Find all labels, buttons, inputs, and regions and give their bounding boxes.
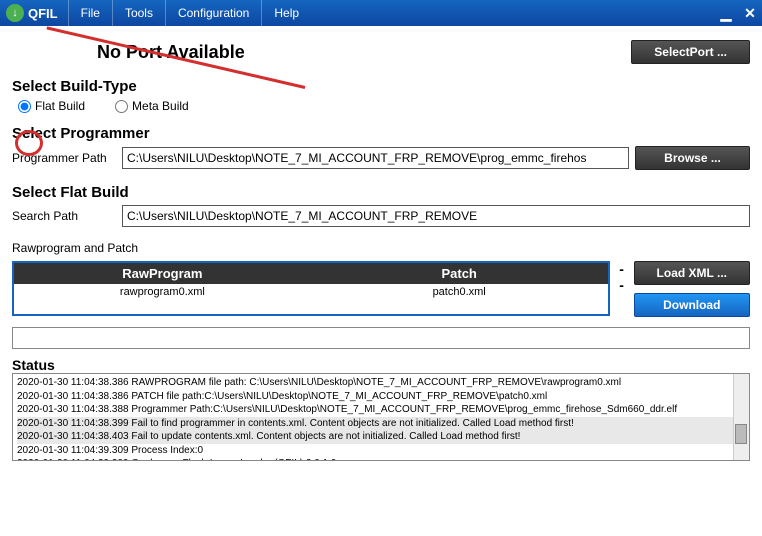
progress-box xyxy=(12,327,750,349)
menu-tools[interactable]: Tools xyxy=(112,0,165,26)
scrollbar[interactable] xyxy=(733,374,749,460)
build-type-label: Select Build-Type xyxy=(12,78,750,95)
dash-separator: -- xyxy=(618,261,626,293)
radio-flat-build[interactable]: Flat Build xyxy=(18,99,85,113)
status-line: 2020-01-30 11:04:38.388 Programmer Path:… xyxy=(17,403,745,417)
programmer-label: Select Programmer xyxy=(12,125,750,142)
menu-file[interactable]: File xyxy=(68,0,112,26)
menu-configuration[interactable]: Configuration xyxy=(165,0,261,26)
col-patch: Patch xyxy=(311,263,608,284)
select-port-button[interactable]: SelectPort ... xyxy=(631,40,750,64)
radio-meta-label: Meta Build xyxy=(132,99,189,113)
cell-patch: patch0.xml xyxy=(311,284,608,300)
col-rawprogram: RawProgram xyxy=(14,263,311,284)
programmer-path-input[interactable] xyxy=(122,147,629,169)
status-line: 2020-01-30 11:04:38.403 Fail to update c… xyxy=(17,430,745,444)
status-line: 2020-01-30 11:04:38.399 Fail to find pro… xyxy=(17,417,745,431)
menu-help[interactable]: Help xyxy=(261,0,311,26)
app-name: QFIL xyxy=(28,6,58,21)
browse-button[interactable]: Browse ... xyxy=(635,146,750,170)
search-path-input[interactable] xyxy=(122,205,750,227)
rawpatch-label: Rawprogram and Patch xyxy=(12,241,750,255)
app-icon: ↓ xyxy=(6,4,24,22)
status-line: 2020-01-30 11:04:38.386 RAWPROGRAM file … xyxy=(17,376,745,390)
status-line: 2020-01-30 11:04:39.309 Process Index:0 xyxy=(17,444,745,458)
scroll-thumb[interactable] xyxy=(735,424,747,444)
load-xml-button[interactable]: Load XML ... xyxy=(634,261,750,285)
radio-flat-label: Flat Build xyxy=(35,99,85,113)
rawpatch-table: RawProgram Patch rawprogram0.xml patch0.… xyxy=(12,261,610,316)
programmer-path-label: Programmer Path xyxy=(12,151,116,165)
radio-meta-build[interactable]: Meta Build xyxy=(115,99,189,113)
minimize-button[interactable]: ▁ xyxy=(714,2,738,24)
port-status: No Port Available xyxy=(97,42,245,63)
search-path-label: Search Path xyxy=(12,209,116,223)
table-row: rawprogram0.xml patch0.xml xyxy=(14,284,608,300)
cell-raw: rawprogram0.xml xyxy=(14,284,311,300)
radio-meta-input[interactable] xyxy=(115,100,128,113)
close-button[interactable]: ✕ xyxy=(738,2,762,24)
status-line: 2020-01-30 11:04:39.309 Qualcomm Flash I… xyxy=(17,457,745,461)
download-button[interactable]: Download xyxy=(634,293,750,317)
flat-build-label: Select Flat Build xyxy=(12,184,750,201)
radio-flat-input[interactable] xyxy=(18,100,31,113)
titlebar: ↓ QFIL File Tools Configuration Help ▁ ✕ xyxy=(0,0,762,26)
status-line: 2020-01-30 11:04:38.386 PATCH file path:… xyxy=(17,390,745,404)
status-label: Status xyxy=(12,357,750,373)
status-box[interactable]: 2020-01-30 11:04:38.386 RAWPROGRAM file … xyxy=(12,373,750,461)
